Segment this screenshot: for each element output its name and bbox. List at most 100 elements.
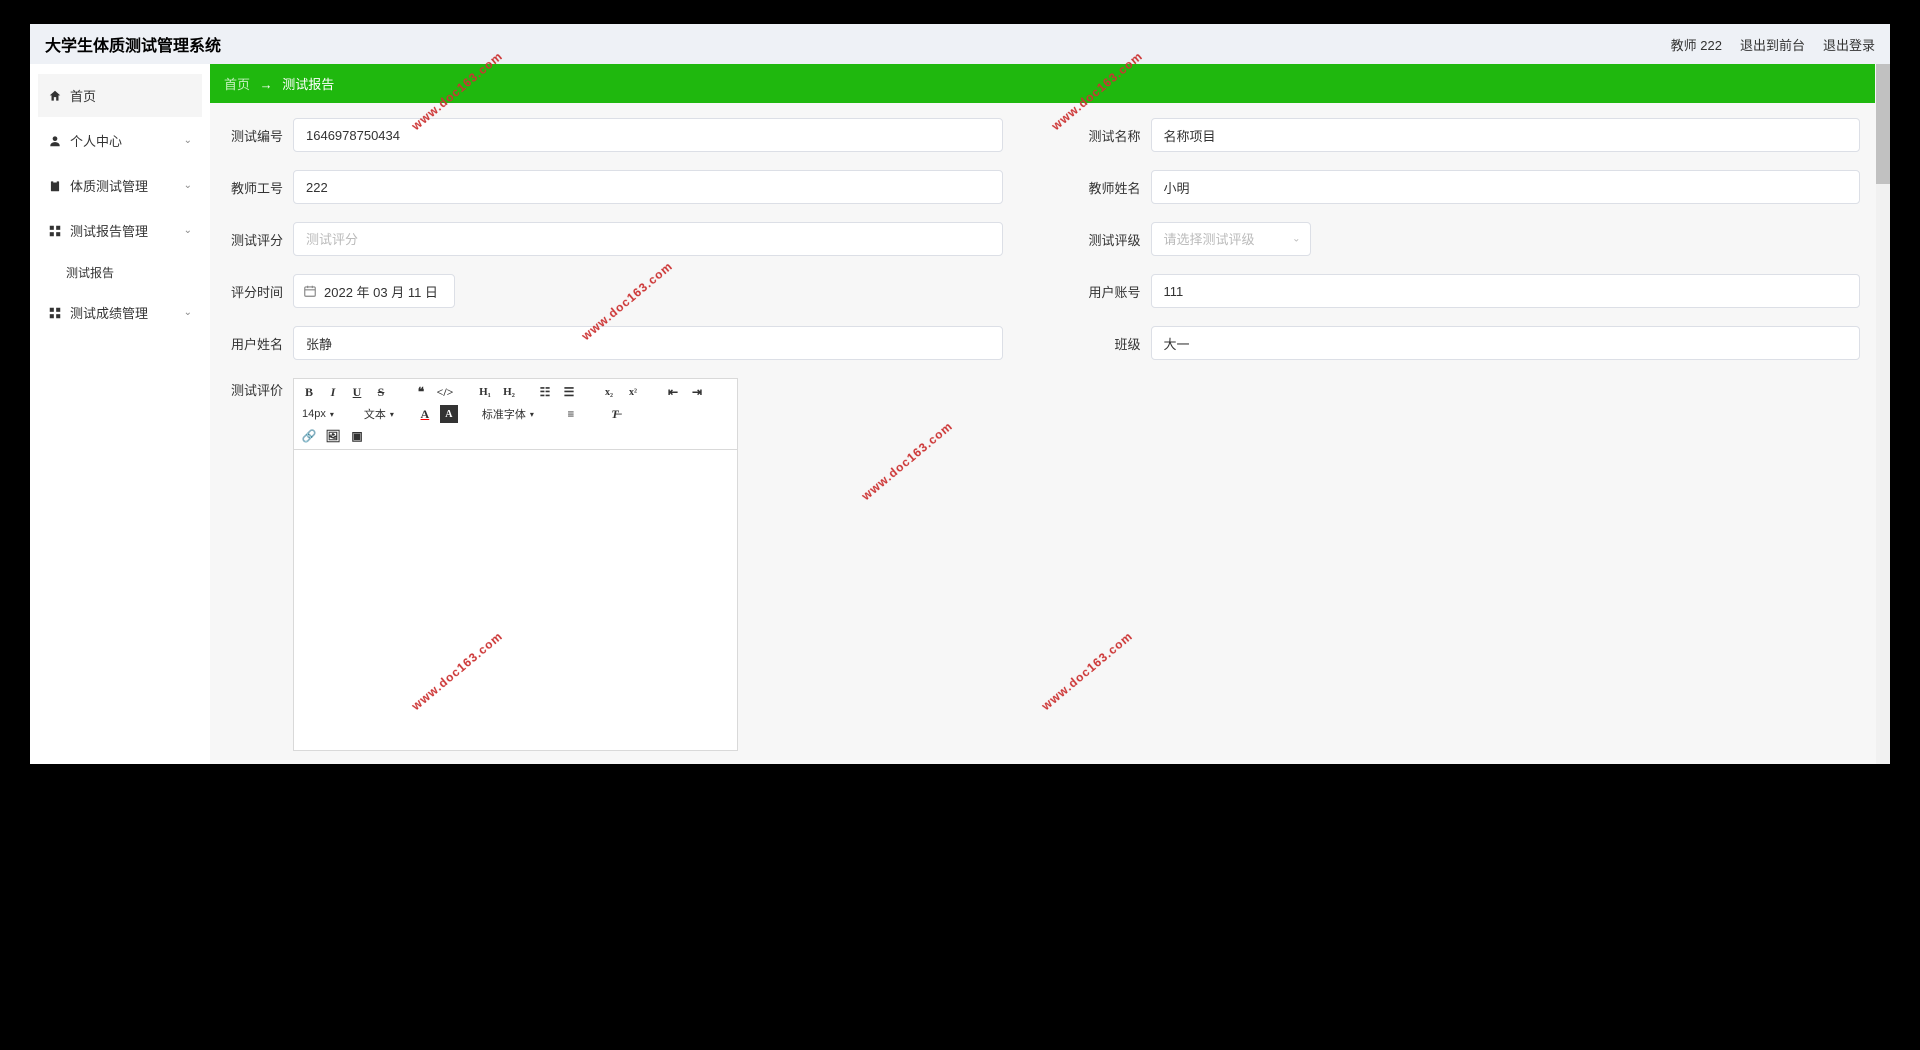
form-grid: 测试编号 测试名称 教师工号 教师姓名 (225, 118, 1860, 360)
sidebar-item-label: 首页 (70, 86, 96, 105)
body: 首页 个人中心 ⌄ 体质测试管理 ⌄ 测试报告管理 (30, 64, 1890, 764)
row-user-name: 用户姓名 (225, 326, 1003, 360)
label-test-grade: 测试评级 (1083, 230, 1141, 249)
chevron-down-icon: ⌄ (1292, 234, 1300, 245)
sidebar-item-home[interactable]: 首页 (38, 74, 202, 117)
row-teacher-no: 教师工号 (225, 170, 1003, 204)
sidebar-item-label: 测试报告管理 (70, 221, 148, 240)
grid-icon (48, 224, 62, 238)
sidebar: 首页 个人中心 ⌄ 体质测试管理 ⌄ 测试报告管理 (30, 64, 210, 764)
sidebar-item-label: 个人中心 (70, 131, 122, 150)
fontcolor-button[interactable]: A (416, 405, 434, 423)
label-test-eval: 测试评价 (225, 378, 283, 751)
quote-button[interactable]: ❝ (412, 383, 430, 401)
scrollbar[interactable] (1876, 64, 1890, 764)
label-teacher-name: 教师姓名 (1083, 178, 1141, 197)
bold-button[interactable]: B (300, 383, 318, 401)
sidebar-item-label: 测试成绩管理 (70, 303, 148, 322)
fontsize-select[interactable]: 14px▾ (300, 408, 336, 420)
input-test-name[interactable] (1151, 118, 1861, 152)
select-test-grade[interactable]: ⌄ (1151, 222, 1311, 256)
ul-button[interactable]: ☰ (560, 383, 578, 401)
breadcrumb-home[interactable]: 首页 (224, 77, 250, 92)
superscript-button[interactable]: x² (624, 383, 642, 401)
calendar-icon (303, 284, 317, 298)
sidebar-item-score-mgmt[interactable]: 测试成绩管理 ⌄ (38, 291, 202, 334)
header-right: 教师 222 退出到前台 退出登录 (1671, 35, 1875, 54)
image-button[interactable]: 🖼 (324, 427, 342, 445)
underline-button[interactable]: U (348, 383, 366, 401)
row-class: 班级 (1083, 326, 1861, 360)
strike-button[interactable]: S (372, 383, 390, 401)
outdent-button[interactable]: ⇥ (688, 383, 706, 401)
logout-button[interactable]: 退出登录 (1823, 35, 1875, 54)
code-button[interactable]: </> (436, 383, 454, 401)
italic-button[interactable]: I (324, 383, 342, 401)
video-button[interactable]: ▣ (348, 427, 366, 445)
app-title: 大学生体质测试管理系统 (45, 32, 221, 56)
clipboard-icon (48, 179, 62, 193)
label-user-account: 用户账号 (1083, 282, 1141, 301)
sidebar-subitem-report[interactable]: 测试报告 (38, 254, 202, 291)
header-user[interactable]: 教师 222 (1671, 35, 1722, 54)
input-test-score[interactable] (293, 222, 1003, 256)
input-class[interactable] (1151, 326, 1861, 360)
row-teacher-name: 教师姓名 (1083, 170, 1861, 204)
h1-button[interactable]: H₁ (476, 383, 494, 401)
chevron-down-icon: ⌄ (184, 180, 192, 191)
align-button[interactable]: ≡ (562, 405, 580, 423)
select-input-test-grade[interactable] (1151, 222, 1311, 256)
date-score-time[interactable] (293, 274, 455, 308)
input-teacher-name[interactable] (1151, 170, 1861, 204)
label-score-time: 评分时间 (225, 282, 283, 301)
input-user-name[interactable] (293, 326, 1003, 360)
row-user-account: 用户账号 (1083, 274, 1861, 308)
h2-button[interactable]: H₂ (500, 383, 518, 401)
sidebar-item-label: 体质测试管理 (70, 176, 148, 195)
app-window: 大学生体质测试管理系统 教师 222 退出到前台 退出登录 首页 个人中心 ⌄ (30, 24, 1890, 764)
row-score-time: 评分时间 (225, 274, 1003, 308)
row-test-score: 测试评分 (225, 222, 1003, 256)
main-content: 首页 → 测试报告 测试编号 测试名称 教师工号 (210, 64, 1890, 764)
scrollbar-thumb[interactable] (1876, 64, 1890, 184)
editor-content[interactable] (294, 450, 737, 750)
font-select[interactable]: 标准字体▾ (480, 406, 536, 422)
sidebar-item-physical[interactable]: 体质测试管理 ⌄ (38, 164, 202, 207)
sidebar-item-report-mgmt[interactable]: 测试报告管理 ⌄ (38, 209, 202, 252)
sidebar-item-personal[interactable]: 个人中心 ⌄ (38, 119, 202, 162)
ol-button[interactable]: ☷ (536, 383, 554, 401)
chevron-down-icon: ⌄ (184, 307, 192, 318)
link-button[interactable]: 🔗 (300, 427, 318, 445)
indent-button[interactable]: ⇤ (664, 383, 682, 401)
chevron-down-icon: ⌄ (184, 225, 192, 236)
form-area: 测试编号 测试名称 教师工号 教师姓名 (210, 118, 1875, 751)
rich-editor: B I U S ❝ </> H₁ H₂ ☷ ☰ (293, 378, 738, 751)
grid-icon (48, 306, 62, 320)
input-teacher-no[interactable] (293, 170, 1003, 204)
input-test-no[interactable] (293, 118, 1003, 152)
label-user-name: 用户姓名 (225, 334, 283, 353)
row-test-eval: 测试评价 B I U S ❝ </> H₁ H₂ (225, 378, 1860, 751)
bgcolor-button[interactable]: A (440, 405, 458, 423)
header: 大学生体质测试管理系统 教师 222 退出到前台 退出登录 (30, 24, 1890, 64)
clear-button[interactable]: T̶ (606, 405, 624, 423)
breadcrumb: 首页 → 测试报告 (210, 64, 1875, 103)
text-select[interactable]: 文本▾ (362, 406, 396, 422)
subscript-button[interactable]: x₂ (600, 383, 618, 401)
label-test-no: 测试编号 (225, 126, 283, 145)
label-test-score: 测试评分 (225, 230, 283, 249)
input-user-account[interactable] (1151, 274, 1861, 308)
breadcrumb-arrow: → (260, 77, 273, 92)
home-icon (48, 89, 62, 103)
label-class: 班级 (1083, 334, 1141, 353)
row-test-no: 测试编号 (225, 118, 1003, 152)
row-test-grade: 测试评级 ⌄ (1083, 222, 1861, 256)
row-test-name: 测试名称 (1083, 118, 1861, 152)
editor-toolbar: B I U S ❝ </> H₁ H₂ ☷ ☰ (294, 379, 737, 450)
chevron-down-icon: ⌄ (184, 135, 192, 146)
label-teacher-no: 教师工号 (225, 178, 283, 197)
user-icon (48, 134, 62, 148)
logout-front-button[interactable]: 退出到前台 (1740, 35, 1805, 54)
label-test-name: 测试名称 (1083, 126, 1141, 145)
input-score-time[interactable] (293, 274, 455, 308)
